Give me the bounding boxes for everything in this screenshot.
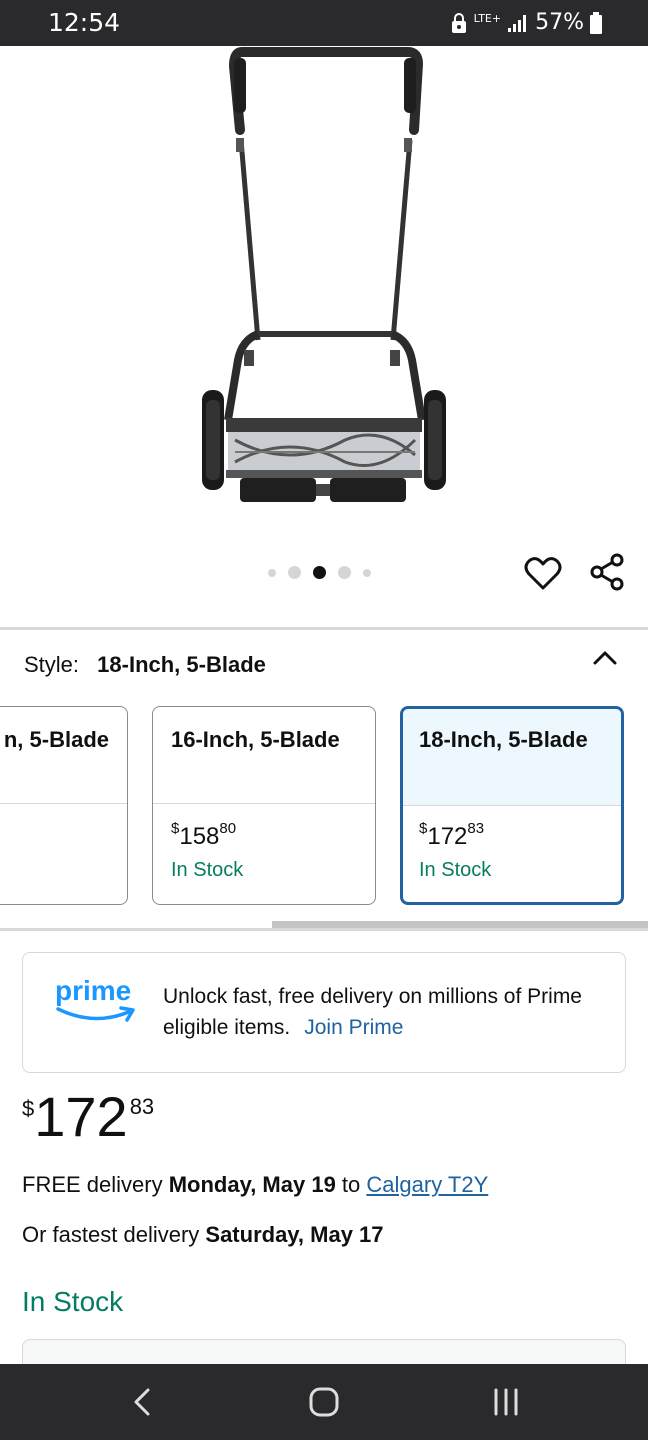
carousel-dot[interactable] [268,568,276,577]
fastest-prefix: Or fastest delivery [22,1222,206,1247]
lock-icon [451,12,466,33]
style-value: 18-Inch, 5-Blade [97,652,266,677]
fastest-delivery-info: Or fastest delivery Saturday, May 17 [22,1222,384,1248]
signal-icon [508,14,527,32]
variant-option[interactable]: 16-Inch, 5-Blade $15880 In Stock [152,706,376,905]
chevron-up-icon [593,651,617,665]
carousel-dots [268,566,371,579]
share-icon [590,553,624,591]
status-time: 12:54 [48,8,121,37]
variants-scroll-track [0,928,648,931]
variant-title: 16-Inch, 5-Blade [153,707,375,804]
variant-price: $15880 [171,820,237,850]
battery-icon [590,11,602,34]
home-icon [309,1387,339,1417]
network-type: LTE+ [473,12,502,25]
delivery-date: Monday, May 19 [168,1172,336,1197]
variant-stock: In Stock [171,859,244,881]
carousel-dot-active[interactable] [313,566,326,579]
wishlist-button[interactable] [524,556,562,592]
heart-icon [524,557,562,590]
status-icons: LTE+ 57% [450,10,602,35]
prime-banner[interactable]: prime Unlock fast, free delivery on mill… [22,952,626,1073]
status-bar: 12:54 LTE+ 57% [0,0,648,46]
battery-percent: 57% [535,10,584,35]
section-divider [0,627,648,630]
delivery-location-link[interactable]: Calgary T2Y [366,1172,488,1197]
lawn-mower-illustration [202,47,446,502]
variant-option-selected[interactable]: 18-Inch, 5-Blade $17283 In Stock [400,706,624,905]
availability-status: In Stock [22,1286,124,1317]
product-price: $ 172 83 [22,1084,154,1150]
back-button[interactable] [124,1384,164,1420]
system-nav-bar [0,1364,648,1440]
recent-apps-icon [494,1388,518,1416]
share-button[interactable] [588,552,626,592]
product-image[interactable] [0,46,648,546]
home-button[interactable] [304,1384,344,1420]
delivery-prefix: FREE delivery [22,1172,169,1197]
back-chevron-icon [134,1388,150,1416]
price-fraction: 83 [129,1094,155,1119]
carousel-dot[interactable] [363,568,371,577]
carousel-dot[interactable] [338,566,351,579]
carousel-dot[interactable] [288,566,301,579]
variant-option[interactable]: n, 5-Blade [0,706,128,905]
collapse-style-button[interactable] [590,646,620,670]
prime-smile-icon [56,1006,135,1022]
recent-apps-button[interactable] [486,1384,526,1420]
variants-scrollbar[interactable] [272,921,648,928]
price-whole: 172 [34,1085,128,1148]
fastest-date: Saturday, May 17 [205,1222,384,1247]
variant-title: 18-Inch, 5-Blade [403,709,621,806]
delivery-info: FREE delivery Monday, May 19 to Calgary … [22,1172,488,1198]
variant-stock: In Stock [419,859,492,881]
prime-message: Unlock fast, free delivery on millions o… [163,981,603,1043]
join-prime-link[interactable]: Join Prime [304,1016,403,1039]
variant-price: $17283 [419,820,485,850]
style-label: Style: [24,652,80,677]
variant-title: n, 5-Blade [0,707,127,804]
price-symbol: $ [22,1096,35,1121]
style-selector-header: Style: 18-Inch, 5-Blade [24,652,266,678]
prime-logo: prime [55,977,137,1028]
delivery-to: to [335,1172,367,1197]
